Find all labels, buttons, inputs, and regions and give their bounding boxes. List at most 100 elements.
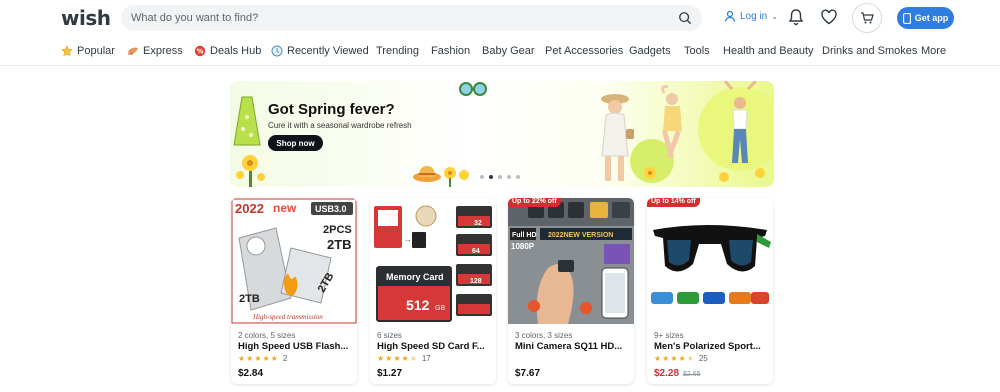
product-card[interactable]: Up to 22% off Full HD 1080P 2022NEW VERS… — [508, 198, 634, 384]
product-title[interactable]: Mini Camera SQ11 HD... — [515, 341, 629, 352]
product-variants: 6 sizes — [377, 331, 402, 340]
image-text: GB — [435, 305, 445, 312]
star-half-icon: ★ — [686, 354, 694, 363]
product-variants: 2 colors, 5 sizes — [238, 331, 296, 340]
express-icon — [128, 47, 138, 55]
carousel-dot-active[interactable] — [489, 175, 493, 179]
carousel-dot[interactable] — [507, 175, 511, 179]
product-variants: 3 colors, 3 sizes — [515, 331, 573, 340]
image-text: 2022 — [235, 201, 264, 216]
product-title[interactable]: Men's Polarized Sport... — [654, 341, 768, 352]
nav-item-express[interactable]: Express — [127, 45, 183, 57]
product-rating: ★ ★ ★ ★ ★ 2 — [238, 354, 287, 363]
review-count: 2 — [282, 354, 288, 363]
svg-text:%: % — [196, 48, 203, 56]
image-text: new — [273, 201, 297, 215]
chevron-down-icon: ⌄ — [771, 11, 778, 21]
discount-badge: Up to 22% off — [508, 198, 561, 207]
product-rating: ★ ★ ★ ★ ★ 17 — [377, 354, 431, 363]
star-icon: ★ — [238, 354, 246, 363]
star-icon: ★ — [662, 354, 670, 363]
product-price: $1.27 — [377, 368, 403, 379]
original-price: $2.65 — [683, 371, 701, 378]
nav-item-pet-accessories[interactable]: Pet Accessories — [545, 45, 623, 57]
image-text: 32 — [474, 220, 482, 227]
cart-button[interactable] — [852, 3, 882, 33]
flower-illustration — [236, 155, 265, 187]
star-icon: ★ — [385, 354, 393, 363]
nav-item-fashion[interactable]: Fashion — [431, 45, 470, 57]
user-icon — [724, 10, 736, 22]
star-icon: ★ — [262, 354, 270, 363]
top-header: wish Log in ⌄ Get app — [0, 0, 1000, 36]
nav-item-trending[interactable]: Trending — [376, 45, 419, 57]
sunglasses-illustration — [459, 82, 487, 96]
hat-illustration — [413, 166, 441, 182]
flower-illustration — [444, 167, 469, 187]
product-price: $2.28 $2.65 — [654, 368, 701, 379]
deals-icon: % — [194, 45, 206, 57]
nav-item-drinks-smokes[interactable]: Drinks and Smokes — [822, 45, 917, 57]
nav-item-gadgets[interactable]: Gadgets — [629, 45, 671, 57]
search-icon[interactable] — [678, 11, 692, 25]
product-image: 2022 new USB3.0 2PCS 2TB 2TB 2TB High-sp… — [231, 198, 357, 324]
product-card[interactable]: → 32 64 Memory Card 512 GB 128 6 sizes H… — [370, 198, 496, 384]
cart-icon — [861, 12, 874, 24]
heart-icon[interactable] — [820, 8, 838, 26]
carousel-dot[interactable] — [480, 175, 484, 179]
login-button[interactable]: Log in ⌄ — [724, 10, 778, 22]
image-text: 2TB — [327, 237, 352, 252]
nav-item-deals-hub[interactable]: % Deals Hub — [194, 45, 261, 57]
nav-item-more[interactable]: More — [921, 45, 946, 57]
star-icon: ★ — [678, 354, 686, 363]
product-image: Full HD 1080P 2022NEW VERSION — [508, 198, 634, 324]
product-image — [647, 198, 773, 324]
star-icon: ★ — [401, 354, 409, 363]
shop-now-button[interactable]: Shop now — [268, 135, 323, 151]
svg-text:→: → — [404, 235, 412, 244]
star-icon: ★ — [654, 354, 662, 363]
image-text: 2022NEW VERSION — [548, 232, 613, 239]
nav-item-baby-gear[interactable]: Baby Gear — [482, 45, 535, 57]
image-text: 1080P — [511, 242, 535, 251]
sale-price: $2.28 — [654, 368, 680, 379]
image-text: 2PCS — [323, 224, 352, 236]
product-card[interactable]: Up to 14% off 9+ sizes Men's Polarized S… — [647, 198, 773, 384]
product-image: → 32 64 Memory Card 512 GB 128 — [370, 198, 496, 324]
nav-item-health-beauty[interactable]: Health and Beauty — [723, 45, 814, 57]
wish-logo[interactable]: wish — [61, 6, 111, 30]
review-count: 17 — [421, 354, 431, 363]
nav-item-tools[interactable]: Tools — [684, 45, 710, 57]
star-icon: ★ — [393, 354, 401, 363]
product-price: $7.67 — [515, 368, 541, 379]
search-input[interactable] — [121, 6, 661, 30]
carousel-dot[interactable] — [498, 175, 502, 179]
banner-title: Got Spring fever? — [268, 101, 395, 118]
star-icon: ★ — [246, 354, 254, 363]
nav-item-popular[interactable]: Popular — [61, 45, 115, 57]
search-bar[interactable] — [121, 5, 702, 31]
star-icon — [61, 45, 73, 57]
image-text: 128 — [470, 278, 482, 285]
image-text: 2TB — [239, 293, 260, 305]
carousel-dot[interactable] — [516, 175, 520, 179]
product-title[interactable]: High Speed USB Flash... — [238, 341, 352, 352]
star-half-icon: ★ — [409, 354, 417, 363]
login-label: Log in — [740, 10, 768, 22]
star-icon: ★ — [254, 354, 262, 363]
models-photo — [601, 81, 774, 183]
banner-subtitle: Cure it with a seasonal wardrobe refresh — [268, 121, 412, 130]
product-rating: ★ ★ ★ ★ ★ 25 — [654, 354, 708, 363]
product-variants: 9+ sizes — [654, 331, 684, 340]
clock-icon — [271, 45, 283, 57]
bell-icon[interactable] — [787, 8, 805, 26]
product-title[interactable]: High Speed SD Card F... — [377, 341, 491, 352]
promo-banner[interactable]: Got Spring fever? Cure it with a seasona… — [230, 81, 774, 187]
nav-item-recently-viewed[interactable]: Recently Viewed — [271, 45, 369, 57]
image-text: USB3.0 — [315, 204, 347, 214]
phone-icon — [902, 12, 911, 24]
product-price: $2.84 — [238, 368, 264, 379]
product-card[interactable]: 2022 new USB3.0 2PCS 2TB 2TB 2TB High-sp… — [231, 198, 357, 384]
discount-badge: Up to 14% off — [647, 198, 700, 207]
get-app-button[interactable]: Get app — [897, 7, 954, 29]
